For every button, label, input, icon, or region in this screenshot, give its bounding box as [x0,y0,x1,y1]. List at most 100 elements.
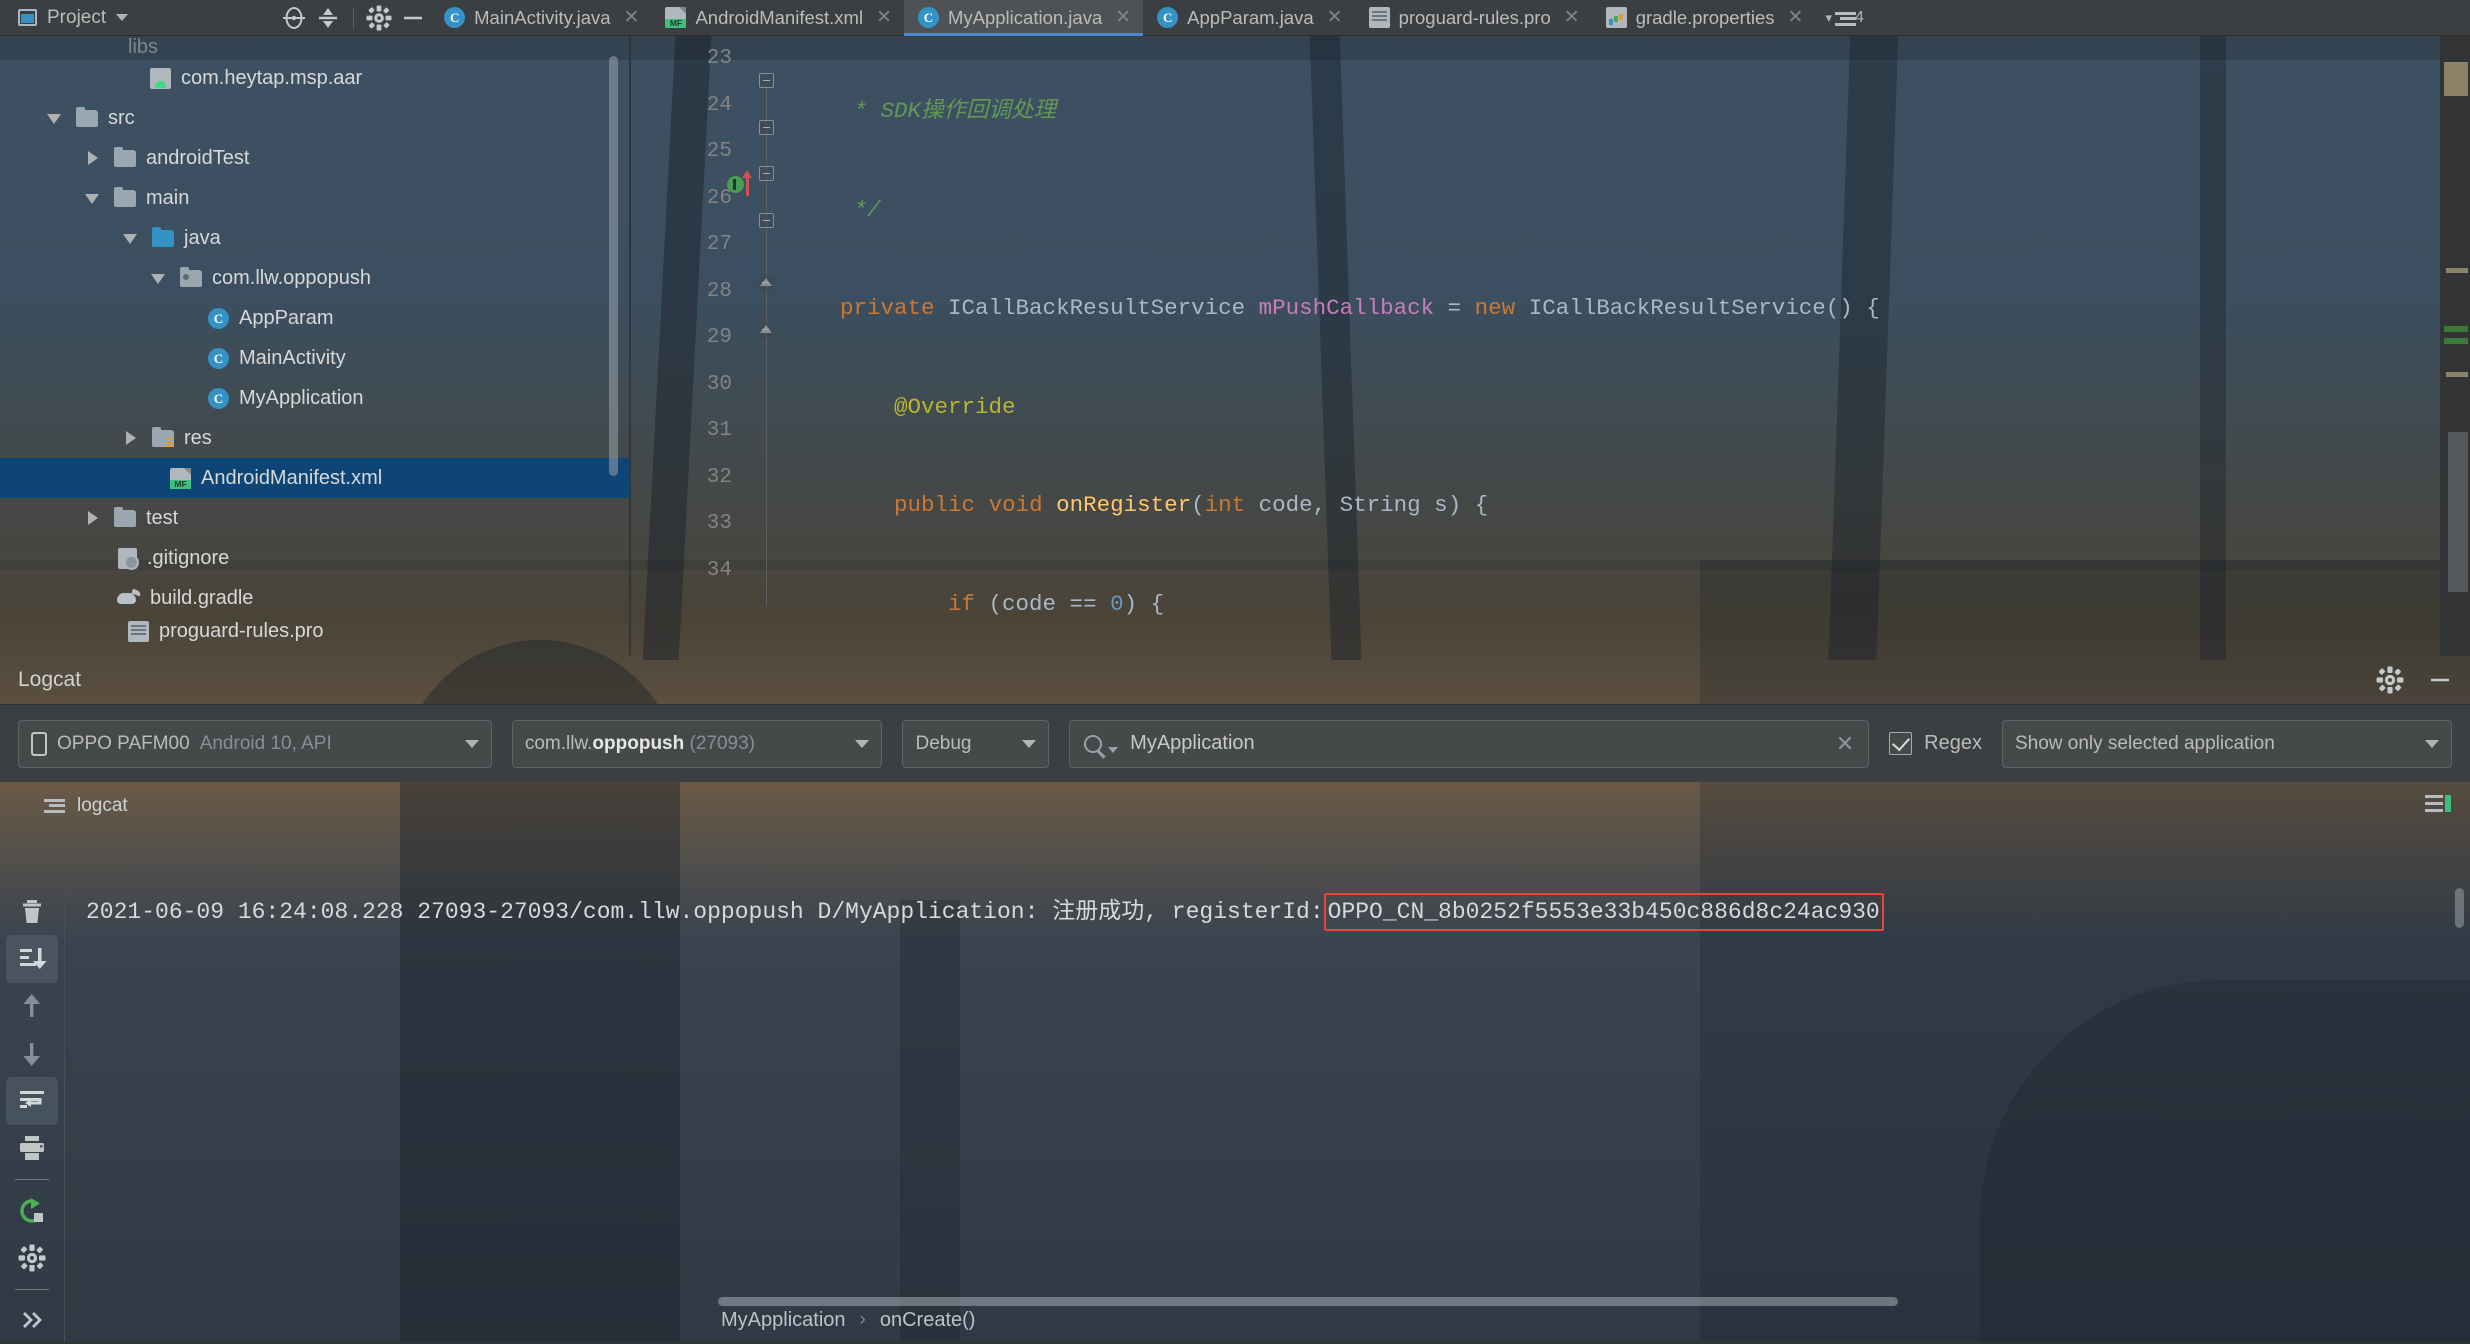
filter-selector[interactable]: Show only selected application [2001,719,2453,768]
fold-end-icon[interactable] [759,323,774,338]
editor-tab-gradle-properties[interactable]: gradle.properties ✕ [1592,0,1816,36]
android-manifest-icon [170,467,191,489]
tree-row-mainactivity[interactable]: C MainActivity [0,338,630,378]
expand-icon[interactable] [6,1297,58,1344]
logcat-tab-label: logcat [77,795,128,816]
close-icon[interactable]: ✕ [1327,8,1343,27]
up-icon[interactable] [6,983,58,1030]
tree-item-label: AndroidManifest.xml [201,466,383,489]
twisty-open-icon[interactable] [120,227,142,249]
gear-icon[interactable] [2376,666,2404,694]
close-icon[interactable]: ✕ [876,8,892,27]
down-icon[interactable] [6,1030,58,1077]
chevron-down-icon[interactable] [1022,739,1037,748]
close-icon[interactable]: ✕ [1564,8,1580,27]
editor-marker-gutter[interactable] [2440,36,2470,656]
project-tree[interactable]: libs com.heytap.msp.aar src androidTest [0,36,630,644]
logcat-level-tag: D/MyApplication: [817,899,1039,925]
code-editor[interactable]: 23 24 25 26 27 28 29 30 31 32 33 34 * SD… [631,36,2470,656]
sidebar-editor-splitter[interactable] [629,36,631,656]
project-tree-scrollbar[interactable] [609,56,618,476]
device-name: OPPO PAFM00 [57,732,190,754]
logcat-lines[interactable]: 2021-06-09 16:24:08.228 27093-27093/com.… [64,878,2470,1344]
close-icon[interactable]: ✕ [624,8,640,27]
tree-row-androidmanifest[interactable]: AndroidManifest.xml [0,458,630,498]
chevron-down-icon[interactable] [2425,739,2440,748]
device-selector[interactable]: OPPO PAFM00 Android 10, API [18,719,492,768]
tree-row-buildgradle[interactable]: build.gradle [0,578,630,618]
gear-icon[interactable] [362,1,396,35]
run-method-icon[interactable] [727,176,744,193]
process-pid: (27093) [689,732,756,754]
tree-row-main[interactable]: main [0,178,630,218]
editor-tab-androidmanifest[interactable]: AndroidManifest.xml ✕ [651,0,904,36]
twisty-open-icon[interactable] [44,107,66,129]
tree-row-myapplication[interactable]: C MyApplication [0,378,630,418]
tab-overflow-button[interactable]: ▾ 4 [1815,0,1873,36]
editor-tab-appparam[interactable]: C AppParam.java ✕ [1143,0,1354,36]
logcat-header-actions [2376,656,2454,704]
regex-checkbox[interactable]: Regex [1889,732,1982,755]
twisty-closed-icon[interactable] [120,427,142,449]
hide-panel-icon[interactable] [396,1,430,35]
soft-wrap-icon[interactable] [6,1077,58,1125]
locate-icon[interactable] [277,1,311,35]
fold-toggle-icon[interactable] [759,73,774,88]
fold-toggle-icon[interactable] [759,213,774,228]
tree-row-src[interactable]: src [0,98,630,138]
scroll-to-end-icon[interactable] [6,935,58,983]
editor-tab-proguard[interactable]: proguard-rules.pro ✕ [1355,0,1592,36]
twisty-open-icon[interactable] [82,187,104,209]
collapse-all-icon[interactable] [311,1,345,35]
editor-code-area[interactable]: * SDK操作回调处理 */ private ICallBackResultSe… [786,36,2470,656]
twisty-closed-icon[interactable] [82,147,104,169]
tree-row-package[interactable]: com.llw.oppopush [0,258,630,298]
tree-row-res[interactable]: res [0,418,630,458]
editor-tab-mainactivity[interactable]: C MainActivity.java ✕ [430,0,651,36]
fold-toggle-icon[interactable] [759,120,774,135]
tree-row-proguard[interactable]: proguard-rules.pro [0,618,630,644]
clear-logcat-icon[interactable] [6,888,58,935]
restart-logcat-icon[interactable] [6,1187,58,1234]
logcat-tab-strip-actions[interactable] [2424,793,2452,817]
project-tool-window-button[interactable]: Project [0,0,142,36]
logcat-entry[interactable]: 2021-06-09 16:24:08.228 27093-27093/com.… [64,892,2470,932]
editor-tab-myapplication[interactable]: C MyApplication.java ✕ [903,0,1144,36]
tree-row-androidtest[interactable]: androidTest [0,138,630,178]
chevron-down-icon[interactable] [116,14,129,21]
tree-row-test[interactable]: test [0,498,630,538]
search-icon [1084,734,1103,753]
logcat-title: Logcat [18,668,82,691]
project-icon [18,9,37,26]
gear-icon[interactable] [6,1234,58,1281]
tree-row-partial: libs [128,36,159,58]
tree-row-java[interactable]: java [0,218,630,258]
tree-item-label: res [184,426,212,449]
chevron-down-icon[interactable] [464,739,479,748]
print-icon[interactable] [6,1125,58,1172]
folder-res-icon [152,426,174,447]
close-icon[interactable]: ✕ [1115,8,1131,27]
tree-row-appparam[interactable]: C AppParam [0,298,630,338]
tree-row-gitignore[interactable]: .gitignore [0,538,630,578]
gradle-properties-icon [1605,7,1627,28]
logcat-vertical-scrollbar[interactable] [2455,888,2464,928]
chevron-down-icon[interactable] [855,739,870,748]
logcat-search-input[interactable]: MyApplication ✕ [1069,719,1870,768]
line-number: 34 [706,558,732,582]
tab-logcat[interactable]: logcat [0,795,128,817]
editor-fold-gutter[interactable] [746,36,786,656]
log-level-selector[interactable]: Debug [902,719,1050,768]
clear-search-icon[interactable]: ✕ [1836,731,1854,757]
process-selector[interactable]: com.llw.oppopush (27093) [511,719,883,768]
fold-end-icon[interactable] [759,276,774,291]
fold-toggle-icon[interactable] [759,166,774,181]
tree-row-aar[interactable]: com.heytap.msp.aar [0,58,630,98]
chevron-down-icon[interactable] [1108,746,1119,753]
checkbox-icon[interactable] [1889,732,1913,755]
hide-panel-icon[interactable] [2426,666,2454,694]
twisty-closed-icon[interactable] [82,507,104,529]
twisty-open-icon[interactable] [148,267,170,289]
line-number: 27 [706,233,732,256]
close-icon[interactable]: ✕ [1788,8,1804,27]
